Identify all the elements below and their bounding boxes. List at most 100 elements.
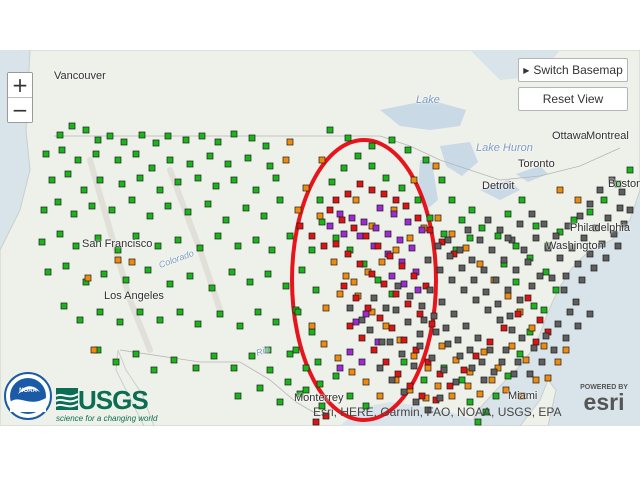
green-station-marker[interactable] xyxy=(438,176,446,184)
purple-station-marker[interactable] xyxy=(340,230,348,238)
green-station-marker[interactable] xyxy=(260,212,268,220)
green-station-marker[interactable] xyxy=(308,246,316,254)
orange-station-marker[interactable] xyxy=(522,356,530,364)
gray-station-marker[interactable] xyxy=(382,304,390,312)
green-station-marker[interactable] xyxy=(316,196,324,204)
green-station-marker[interactable] xyxy=(174,236,182,244)
red-station-marker[interactable] xyxy=(500,324,508,332)
red-station-marker[interactable] xyxy=(350,224,358,232)
red-station-marker[interactable] xyxy=(382,358,390,366)
green-station-marker[interactable] xyxy=(214,138,222,146)
green-station-marker[interactable] xyxy=(80,186,88,194)
green-station-marker[interactable] xyxy=(318,218,326,226)
gray-station-marker[interactable] xyxy=(478,358,486,366)
green-station-marker[interactable] xyxy=(164,132,172,140)
green-station-marker[interactable] xyxy=(530,302,538,310)
gray-station-marker[interactable] xyxy=(386,338,394,346)
orange-station-marker[interactable] xyxy=(488,376,496,384)
red-station-marker[interactable] xyxy=(296,222,304,230)
gray-station-marker[interactable] xyxy=(520,246,528,254)
gray-station-marker[interactable] xyxy=(508,326,516,334)
green-station-marker[interactable] xyxy=(112,358,120,366)
green-station-marker[interactable] xyxy=(194,320,202,328)
gray-station-marker[interactable] xyxy=(426,286,434,294)
red-station-marker[interactable] xyxy=(426,226,434,234)
orange-station-marker[interactable] xyxy=(316,212,324,220)
green-station-marker[interactable] xyxy=(156,316,164,324)
purple-station-marker[interactable] xyxy=(336,210,344,218)
gray-station-marker[interactable] xyxy=(434,242,442,250)
green-station-marker[interactable] xyxy=(286,232,294,240)
green-station-marker[interactable] xyxy=(154,242,162,250)
green-station-marker[interactable] xyxy=(118,180,126,188)
gray-station-marker[interactable] xyxy=(410,362,418,370)
red-station-marker[interactable] xyxy=(326,206,334,214)
orange-station-marker[interactable] xyxy=(392,246,400,254)
gray-station-marker[interactable] xyxy=(428,354,436,362)
green-station-marker[interactable] xyxy=(292,346,300,354)
purple-station-marker[interactable] xyxy=(396,236,404,244)
gray-station-marker[interactable] xyxy=(416,330,424,338)
red-station-marker[interactable] xyxy=(394,370,402,378)
green-station-marker[interactable] xyxy=(368,142,376,150)
red-station-marker[interactable] xyxy=(368,186,376,194)
green-station-marker[interactable] xyxy=(256,384,264,392)
green-station-marker[interactable] xyxy=(626,166,634,174)
green-station-marker[interactable] xyxy=(426,214,434,222)
green-station-marker[interactable] xyxy=(88,202,96,210)
green-station-marker[interactable] xyxy=(312,286,320,294)
gray-station-marker[interactable] xyxy=(366,326,374,334)
orange-station-marker[interactable] xyxy=(448,392,456,400)
orange-station-marker[interactable] xyxy=(476,260,484,268)
green-station-marker[interactable] xyxy=(420,376,428,384)
gray-station-marker[interactable] xyxy=(470,276,478,284)
green-station-marker[interactable] xyxy=(42,150,50,158)
red-station-marker[interactable] xyxy=(486,338,494,346)
red-station-marker[interactable] xyxy=(532,338,540,346)
gray-station-marker[interactable] xyxy=(496,226,504,234)
green-station-marker[interactable] xyxy=(374,276,382,284)
green-station-marker[interactable] xyxy=(234,392,242,400)
gray-station-marker[interactable] xyxy=(456,246,464,254)
green-station-marker[interactable] xyxy=(120,138,128,146)
green-station-marker[interactable] xyxy=(174,178,182,186)
green-station-marker[interactable] xyxy=(518,196,526,204)
orange-station-marker[interactable] xyxy=(554,358,562,366)
green-station-marker[interactable] xyxy=(276,398,284,406)
green-station-marker[interactable] xyxy=(234,242,242,250)
green-station-marker[interactable] xyxy=(214,232,222,240)
gray-station-marker[interactable] xyxy=(462,322,470,330)
gray-station-marker[interactable] xyxy=(444,236,452,244)
red-station-marker[interactable] xyxy=(404,300,412,308)
green-station-marker[interactable] xyxy=(478,224,486,232)
red-station-marker[interactable] xyxy=(446,382,454,390)
red-station-marker[interactable] xyxy=(428,320,436,328)
green-station-marker[interactable] xyxy=(210,352,218,360)
gray-station-marker[interactable] xyxy=(572,298,580,306)
green-station-marker[interactable] xyxy=(194,174,202,182)
green-station-marker[interactable] xyxy=(354,152,362,160)
gray-station-marker[interactable] xyxy=(456,352,464,360)
gray-station-marker[interactable] xyxy=(406,292,414,300)
green-station-marker[interactable] xyxy=(230,176,238,184)
gray-station-marker[interactable] xyxy=(480,266,488,274)
gray-station-marker[interactable] xyxy=(430,312,438,320)
red-station-marker[interactable] xyxy=(308,232,316,240)
green-station-marker[interactable] xyxy=(60,302,68,310)
green-station-marker[interactable] xyxy=(368,162,376,170)
red-station-marker[interactable] xyxy=(380,190,388,198)
gray-station-marker[interactable] xyxy=(358,316,366,324)
green-station-marker[interactable] xyxy=(184,208,192,216)
green-station-marker[interactable] xyxy=(228,268,236,276)
red-station-marker[interactable] xyxy=(536,316,544,324)
green-station-marker[interactable] xyxy=(504,372,512,380)
gray-station-marker[interactable] xyxy=(416,342,424,350)
purple-station-marker[interactable] xyxy=(360,218,368,226)
red-station-marker[interactable] xyxy=(416,310,424,318)
gray-station-marker[interactable] xyxy=(576,212,584,220)
green-station-marker[interactable] xyxy=(170,356,178,364)
green-station-marker[interactable] xyxy=(150,366,158,374)
green-station-marker[interactable] xyxy=(156,186,164,194)
green-station-marker[interactable] xyxy=(206,152,214,160)
green-station-marker[interactable] xyxy=(48,176,56,184)
